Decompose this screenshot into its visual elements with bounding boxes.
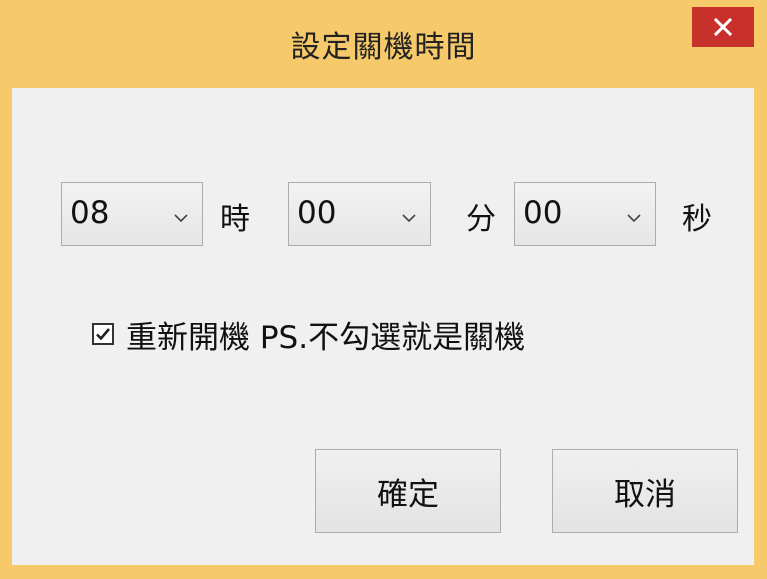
title-bar[interactable]: 設定關機時間 bbox=[0, 0, 767, 88]
dialog-window: 設定關機時間 08 時 00 分 00 秒 重新開機 PS.不勾選就是關機 確定… bbox=[0, 0, 767, 579]
minute-select[interactable]: 00 bbox=[288, 182, 431, 246]
ok-button[interactable]: 確定 bbox=[315, 449, 501, 533]
chevron-down-icon bbox=[174, 208, 188, 227]
reboot-checkbox-row[interactable]: 重新開機 PS.不勾選就是關機 bbox=[92, 314, 526, 356]
second-unit-label: 秒 bbox=[682, 202, 712, 237]
cancel-button[interactable]: 取消 bbox=[552, 449, 738, 533]
minute-unit-label: 分 bbox=[466, 202, 496, 237]
reboot-checkbox-label: 重新開機 PS.不勾選就是關機 bbox=[126, 319, 526, 356]
close-button[interactable] bbox=[692, 7, 754, 47]
window-title: 設定關機時間 bbox=[290, 30, 477, 65]
hour-select[interactable]: 08 bbox=[61, 182, 203, 246]
second-value: 00 bbox=[523, 195, 563, 231]
second-select[interactable]: 00 bbox=[514, 182, 656, 246]
checkmark-icon bbox=[96, 328, 110, 341]
reboot-checkbox[interactable] bbox=[92, 323, 114, 345]
minute-value: 00 bbox=[297, 195, 337, 231]
dialog-body: 08 時 00 分 00 秒 重新開機 PS.不勾選就是關機 確定 取消 bbox=[12, 88, 754, 565]
chevron-down-icon bbox=[402, 208, 416, 227]
chevron-down-icon bbox=[627, 208, 641, 227]
hour-value: 08 bbox=[70, 195, 110, 231]
hour-unit-label: 時 bbox=[220, 202, 250, 237]
close-icon bbox=[714, 18, 732, 36]
